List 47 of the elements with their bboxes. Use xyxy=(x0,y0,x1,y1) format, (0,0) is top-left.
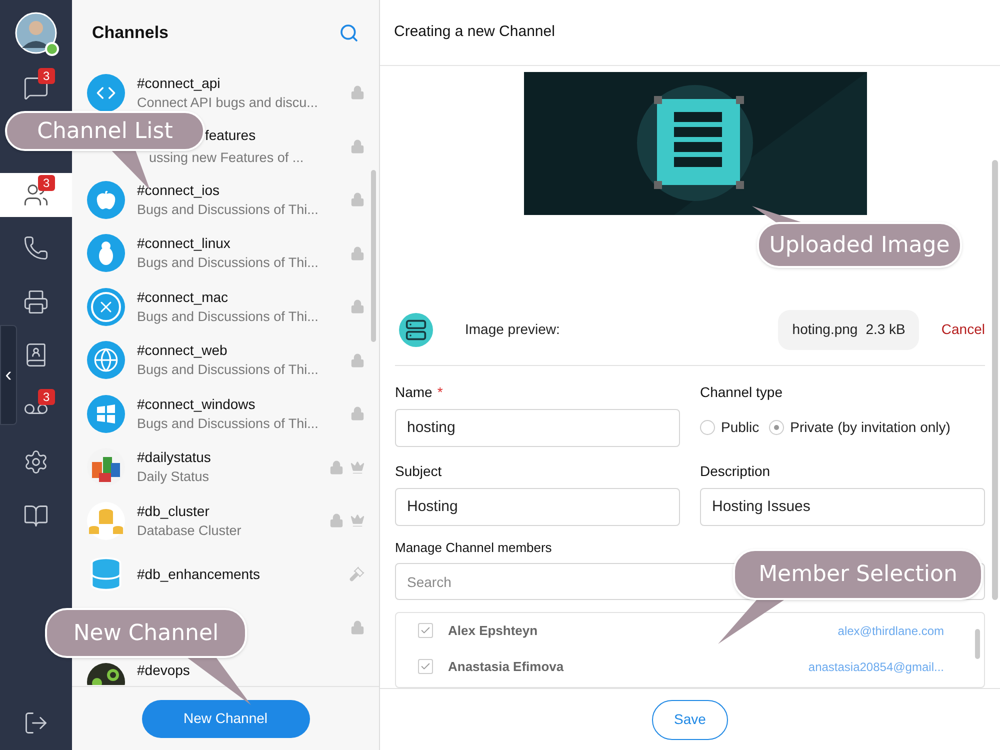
panel-title: Channels xyxy=(92,22,169,44)
member-name: Anastasia Efimova xyxy=(448,658,565,676)
radio-label[interactable]: Private (by invitation only) xyxy=(790,417,950,438)
count-badge: 3 xyxy=(38,388,55,405)
file-size: 2.3 kB xyxy=(866,320,906,340)
channel-name[interactable]: #connect_mac xyxy=(137,288,228,307)
channel-name[interactable]: #devops xyxy=(137,660,190,680)
channel-name[interactable]: #connect_ios xyxy=(137,180,220,200)
channel-description: Bugs and Discussions of Thi... xyxy=(137,361,318,380)
channel-name[interactable]: #connect_windows xyxy=(137,394,256,414)
channel-name[interactable]: features xyxy=(205,126,256,145)
nav-item[interactable]: 3 xyxy=(18,66,72,110)
nav-item[interactable]: 3 xyxy=(18,386,72,431)
channel-description: Daily Status xyxy=(137,468,210,486)
field-label: Description xyxy=(700,462,772,481)
channel-description: ussing new Features of ... xyxy=(149,148,304,167)
nav-item[interactable]: 3 xyxy=(0,172,72,217)
channel-description: Bugs and Discussions of Thi... xyxy=(137,200,318,219)
channel-description: Bugs and Discussions of Thi... xyxy=(137,414,318,433)
text-field[interactable]: Hosting xyxy=(395,488,680,526)
field-label: Name * xyxy=(395,382,444,402)
channel-name[interactable]: #connect_api xyxy=(137,74,220,93)
save-button[interactable]: Save xyxy=(652,700,728,740)
channel-name[interactable]: #connect_linux xyxy=(137,234,230,254)
text-field[interactable]: Hosting Issues xyxy=(700,488,985,526)
collapse-tab[interactable]: ‹ xyxy=(0,325,17,425)
text-field[interactable]: hosting xyxy=(395,408,680,447)
field-label: Subject xyxy=(395,462,443,481)
member-name: Alex Epshteyn xyxy=(448,622,539,640)
count-badge: 3 xyxy=(38,68,55,84)
field-label: Channel type xyxy=(700,382,784,402)
channel-description: Connect API bugs and discu... xyxy=(137,94,318,112)
new-channel-button[interactable]: New Channel xyxy=(142,700,310,738)
channel-description: Database Cluster xyxy=(137,522,242,540)
members-label: Manage Channel members xyxy=(395,538,553,557)
channel-name[interactable]: #dailystatus xyxy=(137,448,211,468)
channel-name[interactable]: #db_cluster xyxy=(137,502,210,521)
channel-description: Bugs and Discussions of Thi... xyxy=(137,254,318,272)
channel-name[interactable]: #db_enhancements xyxy=(137,564,260,584)
preview-label: Image preview: xyxy=(464,320,561,340)
channel-name[interactable]: #connect_web xyxy=(137,341,228,360)
cancel-link[interactable]: Cancel xyxy=(941,319,985,340)
count-badge: 3 xyxy=(38,174,55,191)
radio-label[interactable]: Public xyxy=(721,417,760,438)
channel-description: Bugs and Discussions of Thi... xyxy=(137,308,318,326)
file-name: hoting.png xyxy=(792,320,858,340)
form-title: Creating a new Channel xyxy=(394,22,555,42)
